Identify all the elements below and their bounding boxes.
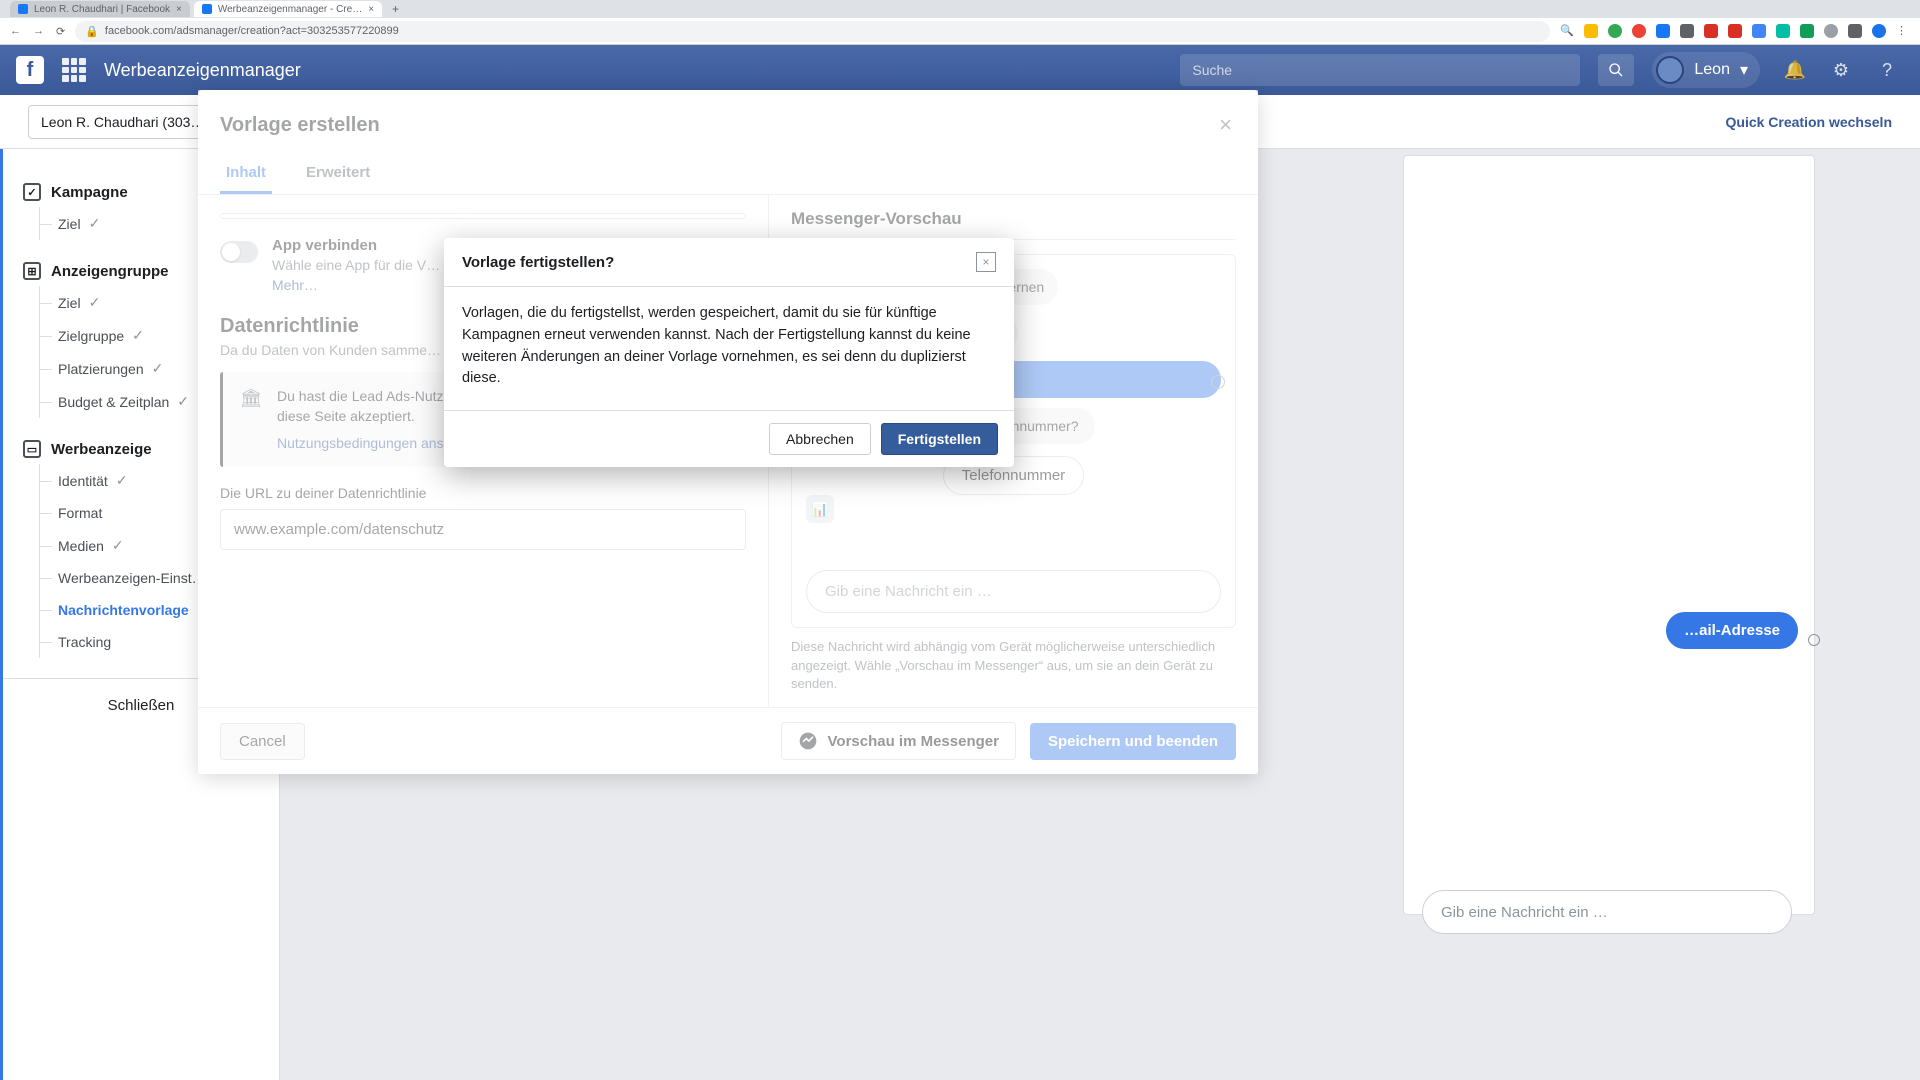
ext-icon[interactable] bbox=[1656, 24, 1670, 38]
confirm-cancel-button[interactable]: Abbrechen bbox=[769, 423, 871, 455]
ext-icon[interactable] bbox=[1728, 24, 1742, 38]
extension-tray: 🔍 ⋮ bbox=[1560, 24, 1910, 38]
tab-close-icon[interactable]: × bbox=[176, 4, 182, 15]
tab-close-icon[interactable]: × bbox=[368, 4, 374, 15]
notifications-icon[interactable]: 🔔 bbox=[1778, 53, 1812, 87]
url-text: facebook.com/adsmanager/creation?act=303… bbox=[105, 25, 399, 37]
search-icon bbox=[1608, 62, 1624, 78]
settings-gear-icon[interactable]: ⚙ bbox=[1824, 53, 1858, 87]
chrome-menu-icon[interactable]: ⋮ bbox=[1896, 24, 1910, 38]
confirm-body: Vorlagen, die du fertigstellst, werden g… bbox=[444, 287, 1014, 411]
background-message-input: Gib eine Nachricht ein … bbox=[1422, 890, 1792, 934]
campaign-icon: ✓ bbox=[23, 183, 41, 201]
help-icon[interactable]: ? bbox=[1870, 53, 1904, 87]
lock-icon: 🔒 bbox=[85, 25, 99, 38]
ext-icon[interactable] bbox=[1704, 24, 1718, 38]
confirm-finish-button[interactable]: Fertigstellen bbox=[881, 423, 998, 455]
star-icon[interactable] bbox=[1584, 24, 1598, 38]
ext-icon[interactable] bbox=[1608, 24, 1622, 38]
fb-header: f Werbeanzeigenmanager Leon ▾ 🔔 ⚙ ? bbox=[0, 45, 1920, 95]
new-tab-icon[interactable]: + bbox=[386, 2, 405, 16]
avatar bbox=[1656, 56, 1684, 84]
ext-icon[interactable] bbox=[1848, 24, 1862, 38]
background-preview-panel bbox=[1403, 155, 1815, 915]
browser-tab-1[interactable]: Werbeanzeigenmanager - Cre… × bbox=[194, 1, 382, 17]
check-icon: ✓ bbox=[116, 472, 128, 489]
search-input[interactable] bbox=[1192, 62, 1568, 78]
quick-creation-link[interactable]: Quick Creation wechseln bbox=[1726, 114, 1893, 130]
user-menu[interactable]: Leon ▾ bbox=[1652, 52, 1760, 88]
chevron-down-icon: ▾ bbox=[1740, 60, 1748, 80]
tab-title: Leon R. Chaudhari | Facebook bbox=[34, 4, 170, 15]
check-icon: ✓ bbox=[132, 327, 144, 344]
ext-icon[interactable] bbox=[1632, 24, 1646, 38]
ext-icon[interactable] bbox=[1824, 24, 1838, 38]
search-page-icon[interactable]: 🔍 bbox=[1560, 24, 1574, 38]
ext-icon[interactable] bbox=[1776, 24, 1790, 38]
confirm-dialog: Vorlage fertigstellen? × Vorlagen, die d… bbox=[444, 238, 1014, 467]
search-box[interactable] bbox=[1180, 54, 1580, 86]
check-icon: ✓ bbox=[89, 294, 101, 311]
check-icon: ✓ bbox=[177, 393, 189, 410]
ext-icon[interactable] bbox=[1680, 24, 1694, 38]
adset-icon: ⊞ bbox=[23, 262, 41, 280]
background-email-pill: …ail-Adresse bbox=[1666, 612, 1798, 649]
sent-check-icon bbox=[1808, 634, 1820, 646]
user-name: Leon bbox=[1694, 61, 1730, 79]
browser-tab-0[interactable]: Leon R. Chaudhari | Facebook × bbox=[10, 1, 190, 17]
browser-toolbar: ← → ⟳ 🔒 facebook.com/adsmanager/creation… bbox=[0, 18, 1920, 45]
profile-avatar-icon[interactable] bbox=[1872, 24, 1886, 38]
account-selector[interactable]: Leon R. Chaudhari (303… bbox=[28, 105, 217, 139]
apps-grid-icon[interactable] bbox=[62, 58, 86, 82]
check-icon: ✓ bbox=[152, 360, 164, 377]
check-icon: ✓ bbox=[112, 537, 124, 554]
reload-icon[interactable]: ⟳ bbox=[56, 25, 65, 38]
confirm-title: Vorlage fertigstellen? bbox=[462, 254, 614, 271]
ad-icon: ▭ bbox=[23, 440, 41, 458]
search-button[interactable] bbox=[1598, 54, 1634, 86]
app-title: Werbeanzeigenmanager bbox=[104, 60, 301, 81]
tab-title: Werbeanzeigenmanager - Cre… bbox=[218, 4, 362, 15]
confirm-close-button[interactable]: × bbox=[976, 252, 996, 272]
ext-icon[interactable] bbox=[1752, 24, 1766, 38]
favicon-facebook bbox=[18, 4, 28, 14]
fb-logo-icon[interactable]: f bbox=[16, 56, 44, 84]
back-icon[interactable]: ← bbox=[10, 25, 21, 38]
ext-icon[interactable] bbox=[1800, 24, 1814, 38]
account-name: Leon R. Chaudhari (303… bbox=[41, 114, 204, 130]
browser-tabstrip: Leon R. Chaudhari | Facebook × Werbeanze… bbox=[0, 0, 1920, 18]
url-bar[interactable]: 🔒 facebook.com/adsmanager/creation?act=3… bbox=[75, 21, 1550, 42]
forward-icon[interactable]: → bbox=[33, 25, 44, 38]
check-icon: ✓ bbox=[89, 215, 101, 232]
favicon-facebook bbox=[202, 4, 212, 14]
